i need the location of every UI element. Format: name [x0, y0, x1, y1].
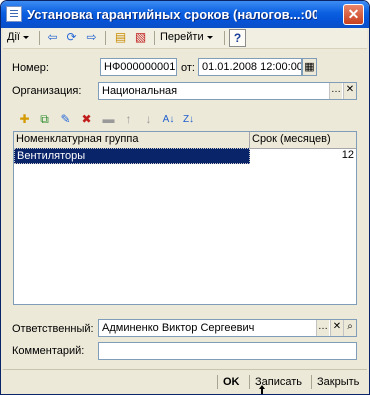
footer-bar: OK Записать Закрыть: [3, 369, 367, 394]
footer-separator: [217, 375, 218, 389]
date-label: от:: [181, 62, 195, 74]
column-header-term[interactable]: Срок (месяцев): [250, 132, 356, 148]
chevron-down-icon: [22, 35, 29, 39]
arrow-right-icon[interactable]: ⇨: [82, 29, 101, 47]
add-row-icon[interactable]: ✚: [16, 111, 33, 128]
cell-group[interactable]: Вентиляторы: [14, 148, 250, 164]
edit-row-icon[interactable]: ✎: [57, 111, 74, 128]
responsible-label: Ответственный:: [12, 323, 94, 335]
select-ellipsis-icon[interactable]: …: [329, 83, 342, 99]
toolbar-separator: [154, 31, 155, 45]
date-field[interactable]: 01.01.2008 12:00:00: [198, 58, 302, 76]
organization-field[interactable]: Национальная … ✕: [98, 82, 357, 100]
responsible-value: Админенко Виктор Сергеевич: [102, 322, 255, 334]
sort-ascending-icon[interactable]: A↓: [160, 111, 177, 128]
actions-menu-label: Дії: [7, 31, 20, 43]
table-row[interactable]: Вентиляторы 12: [14, 148, 356, 164]
unpost-document-icon[interactable]: ▧: [131, 29, 150, 47]
toolbar-separator: [105, 31, 106, 45]
move-down-icon[interactable]: ↓: [140, 111, 157, 128]
responsible-field[interactable]: Админенко Виктор Сергеевич … ✕ ⌕: [98, 319, 357, 337]
close-button[interactable]: Закрыть: [317, 373, 359, 391]
toolbar-separator: [39, 31, 40, 45]
arrow-left-icon[interactable]: ⇦: [43, 29, 62, 47]
number-field[interactable]: НФ000000001: [100, 58, 177, 76]
ok-button[interactable]: OK: [223, 373, 240, 391]
mouse-cursor-icon: [259, 385, 265, 394]
comment-field[interactable]: [98, 342, 357, 360]
copy-row-icon[interactable]: ⧉: [36, 111, 53, 128]
goto-menu-label: Перейти: [160, 31, 204, 43]
column-header-group[interactable]: Номенклатурная группа: [14, 132, 250, 148]
sort-descending-icon[interactable]: Z↓: [180, 111, 197, 128]
goto-menu[interactable]: Перейти: [160, 29, 213, 47]
table-header: Номенклатурная группа Срок (месяцев): [14, 132, 356, 149]
move-up-icon[interactable]: ↑: [120, 111, 137, 128]
title-bar[interactable]: Установка гарантийных сроков (налогов...…: [1, 1, 369, 28]
delete-row-icon[interactable]: ✖: [78, 111, 95, 128]
goods-table[interactable]: Номенклатурная группа Срок (месяцев) Вен…: [13, 131, 357, 305]
footer-separator: [311, 375, 312, 389]
number-label: Номер:: [12, 62, 49, 74]
post-document-icon[interactable]: ▤: [111, 29, 130, 47]
refresh-icon[interactable]: ⟳: [62, 29, 81, 47]
document-window: Установка гарантийных сроков (налогов...…: [0, 0, 370, 395]
actions-menu[interactable]: Дії: [7, 29, 29, 47]
window-close-button[interactable]: ✕: [343, 4, 364, 25]
document-icon: [6, 6, 22, 22]
footer-separator: [249, 375, 250, 389]
select-ellipsis-icon[interactable]: …: [316, 320, 329, 336]
cell-term[interactable]: 12: [250, 148, 356, 164]
window-title: Установка гарантийных сроков (налогов...…: [27, 7, 317, 22]
chevron-down-icon: [206, 35, 213, 39]
clear-icon[interactable]: ✕: [330, 320, 343, 336]
open-search-icon[interactable]: ⌕: [343, 320, 356, 336]
toolbar-separator: [224, 31, 225, 45]
organization-value: Национальная: [102, 85, 178, 97]
end-edit-icon[interactable]: ▬: [100, 111, 117, 128]
help-button[interactable]: ?: [229, 29, 246, 47]
comment-label: Комментарий:: [12, 345, 85, 357]
table-toolbar: ✚ ⧉ ✎ ✖ ▬ ↑ ↓ A↓ Z↓: [14, 109, 364, 131]
calendar-icon[interactable]: ▦: [302, 58, 317, 76]
clear-icon[interactable]: ✕: [343, 83, 356, 99]
toolbar: Дії ⇦ ⟳ ⇨ ▤ ▧ Перейти ?: [3, 28, 367, 49]
organization-label: Организация:: [12, 85, 82, 97]
